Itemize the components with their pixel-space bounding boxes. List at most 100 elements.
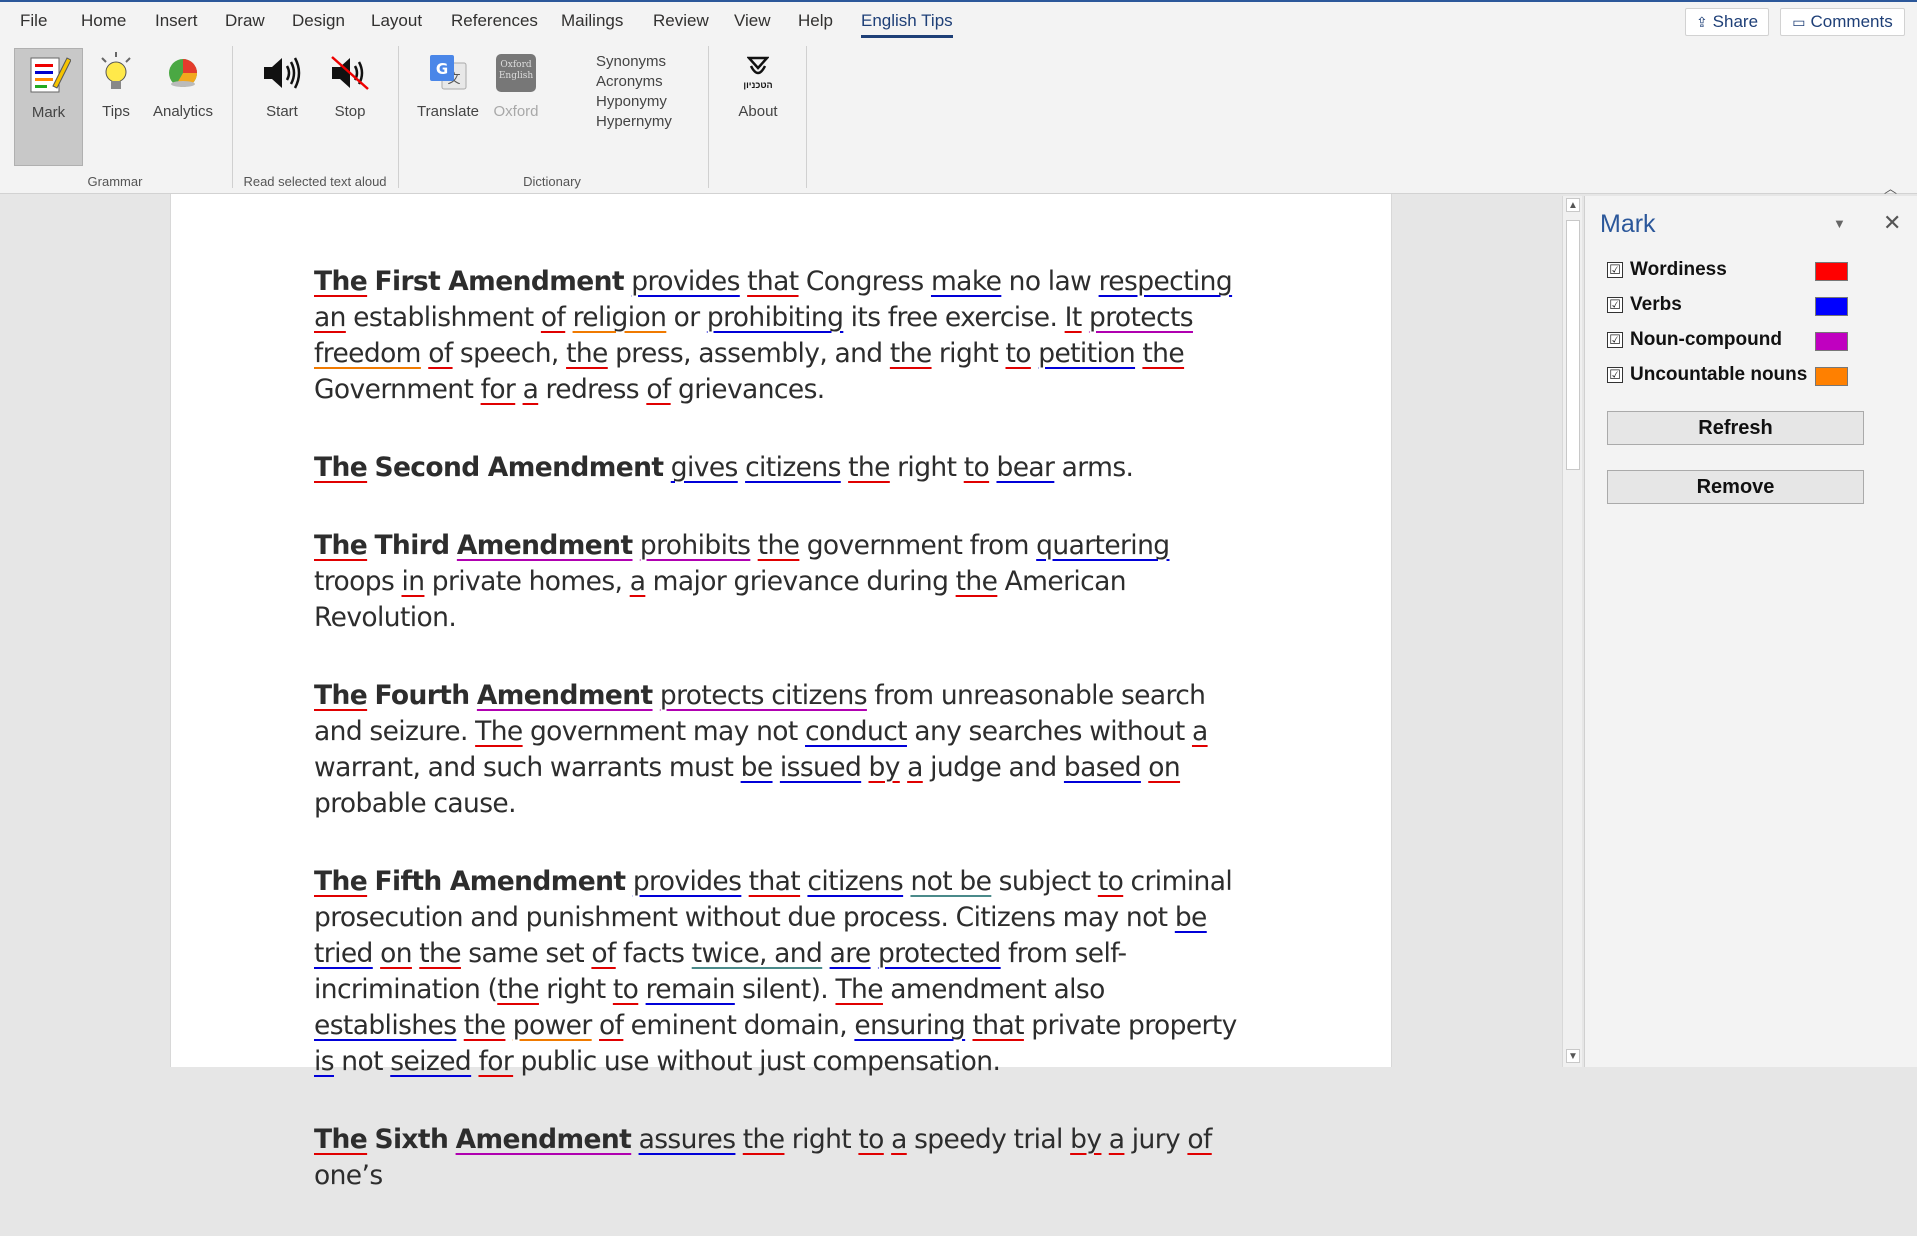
document-body[interactable]: The First Amendment provides that Congre… [314, 264, 1254, 1236]
marked-word: The [314, 452, 368, 483]
text-run [505, 1010, 512, 1041]
text-run: jury [1124, 1124, 1188, 1155]
stop-label: Stop [334, 103, 366, 120]
text-run: public use without just compensation. [513, 1046, 1001, 1077]
analytics-label: Analytics [152, 103, 214, 120]
analytics-button[interactable]: Analytics [153, 48, 213, 120]
text-run: government may not [522, 716, 806, 747]
tab-design[interactable]: Design [292, 11, 345, 35]
tab-home[interactable]: Home [81, 11, 126, 35]
ribbon-separator [806, 46, 807, 188]
category-uncountable-nouns: ☑ Uncountable nouns [1607, 361, 1877, 389]
marked-word: on [1148, 752, 1181, 783]
text-run [750, 530, 757, 561]
marked-word: for [478, 1046, 514, 1077]
paragraph: The Sixth Amendment assures the right to… [314, 1122, 1254, 1194]
marked-word: the [848, 452, 890, 483]
svg-text:G: G [436, 60, 448, 78]
ribbon-separator [398, 46, 399, 188]
oxford-button[interactable]: Oxford English Oxford [490, 48, 542, 120]
scroll-up-icon[interactable]: ▲ [1566, 198, 1580, 212]
share-icon: ⇪ [1695, 13, 1708, 30]
text-run: speech, [452, 338, 567, 369]
text-run [738, 452, 745, 483]
scroll-down-icon[interactable]: ▼ [1566, 1049, 1580, 1063]
tab-references[interactable]: References [451, 11, 538, 35]
marked-word: by [1070, 1124, 1102, 1155]
marked-word: bear [996, 452, 1055, 483]
translate-label: Translate [417, 103, 479, 120]
close-icon[interactable]: ✕ [1883, 210, 1901, 236]
about-button[interactable]: הטכניון About [733, 48, 783, 120]
marked-word: to [612, 974, 639, 1005]
ribbon-separator [232, 46, 233, 188]
marked-word: the [497, 974, 539, 1005]
marked-word: that [972, 1010, 1024, 1041]
marked-word: tried [314, 938, 373, 969]
text-run: right [889, 452, 964, 483]
tab-english-tips[interactable]: English Tips [861, 11, 953, 38]
checkbox-verbs[interactable]: ☑ [1607, 297, 1623, 313]
tab-help[interactable]: Help [798, 11, 833, 35]
marked-word: that [748, 866, 801, 897]
remove-button[interactable]: Remove [1607, 470, 1864, 504]
mark-icon [27, 49, 71, 99]
checkbox-wordiness[interactable]: ☑ [1607, 262, 1623, 278]
tab-insert[interactable]: Insert [155, 11, 198, 35]
scroll-thumb[interactable] [1566, 220, 1580, 470]
text-run [861, 752, 868, 783]
marked-word: the [889, 338, 932, 369]
text-run: private homes, [424, 566, 630, 597]
synonyms-button[interactable]: Synonyms [596, 53, 666, 70]
lightbulb-icon [98, 48, 134, 98]
tab-layout[interactable]: Layout [371, 11, 422, 35]
comment-icon: ▭ [1792, 13, 1806, 30]
marked-word: in [401, 566, 425, 597]
hypernymy-button[interactable]: Hypernymy [596, 113, 672, 130]
mark-button[interactable]: Mark [14, 48, 83, 166]
acronyms-button[interactable]: Acronyms [596, 73, 663, 90]
share-button[interactable]: ⇪ Share [1685, 8, 1769, 36]
marked-word: on [380, 938, 412, 969]
marked-word: protected [877, 938, 1001, 969]
marked-word: The [314, 530, 368, 561]
tips-button[interactable]: Tips [98, 48, 134, 120]
translate-button[interactable]: 文 G Translate [415, 48, 481, 120]
collapse-ribbon-icon[interactable]: ︿ [1884, 178, 1897, 197]
checkbox-noun-compound[interactable]: ☑ [1607, 332, 1623, 348]
paragraph: The Fifth Amendment provides that citize… [314, 864, 1254, 1080]
marked-word: the [742, 1124, 785, 1155]
text-run: amendment also [882, 974, 1105, 1005]
vertical-scrollbar[interactable]: ▲ ▼ [1562, 196, 1582, 1067]
oxford-icon: Oxford English [496, 48, 536, 98]
start-button[interactable]: Start [262, 48, 302, 120]
pane-options-chevron-down-icon[interactable]: ▼ [1833, 216, 1846, 231]
marked-word: prohibits [639, 530, 751, 561]
marked-word: be [740, 752, 774, 783]
text-run: probable cause. [314, 788, 517, 819]
text-run: right [538, 974, 613, 1005]
checkbox-uncountable-nouns[interactable]: ☑ [1607, 367, 1623, 383]
mute-speaker-icon [330, 48, 370, 98]
refresh-button[interactable]: Refresh [1607, 411, 1864, 445]
marked-word: protects [1088, 302, 1194, 333]
marked-word: provides [632, 866, 742, 897]
text-run [1082, 302, 1089, 333]
tab-review[interactable]: Review [653, 11, 709, 35]
tab-mailings[interactable]: Mailings [561, 11, 623, 35]
tab-draw[interactable]: Draw [225, 11, 265, 35]
text-run: judge and [922, 752, 1064, 783]
category-label: Noun-compound [1630, 329, 1782, 350]
marked-word: the [955, 566, 998, 597]
stop-button[interactable]: Stop [330, 48, 370, 120]
category-verbs: ☑ Verbs [1607, 291, 1877, 319]
comments-button[interactable]: ▭ Comments [1780, 8, 1905, 36]
text-run [631, 1124, 638, 1155]
text-run [884, 1124, 891, 1155]
paragraph: The Fourth Amendment protects citizens f… [314, 678, 1254, 822]
hyponymy-button[interactable]: Hyponymy [596, 93, 667, 110]
tab-file[interactable]: File [20, 11, 47, 35]
technion-logo-text: הטכניון [743, 80, 773, 90]
tab-view[interactable]: View [734, 11, 771, 35]
group-label-dictionary: Dictionary [523, 174, 581, 189]
